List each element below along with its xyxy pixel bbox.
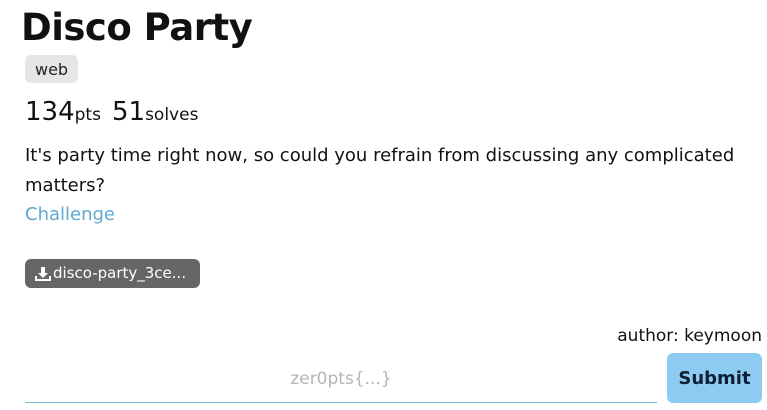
challenge-stats: 134 pts 51 solves — [25, 94, 198, 130]
points-value: 134 — [25, 97, 75, 127]
solves-unit: solves — [145, 105, 199, 125]
download-icon — [34, 266, 52, 282]
challenge-link[interactable]: Challenge — [25, 200, 115, 230]
points-unit: pts — [74, 105, 101, 125]
challenge-description: It's party time right now, so could you … — [25, 145, 735, 196]
submit-button[interactable]: Submit — [667, 353, 762, 403]
challenge-author: author: keymoon — [617, 326, 762, 346]
download-filename: disco-party_3ce... — [53, 264, 187, 282]
solves-value: 51 — [111, 97, 146, 127]
challenge-title: Disco Party — [21, 6, 253, 49]
category-badge: web — [25, 55, 79, 83]
download-attachment-button[interactable]: disco-party_3ce... — [25, 259, 200, 288]
flag-input[interactable] — [25, 356, 657, 403]
